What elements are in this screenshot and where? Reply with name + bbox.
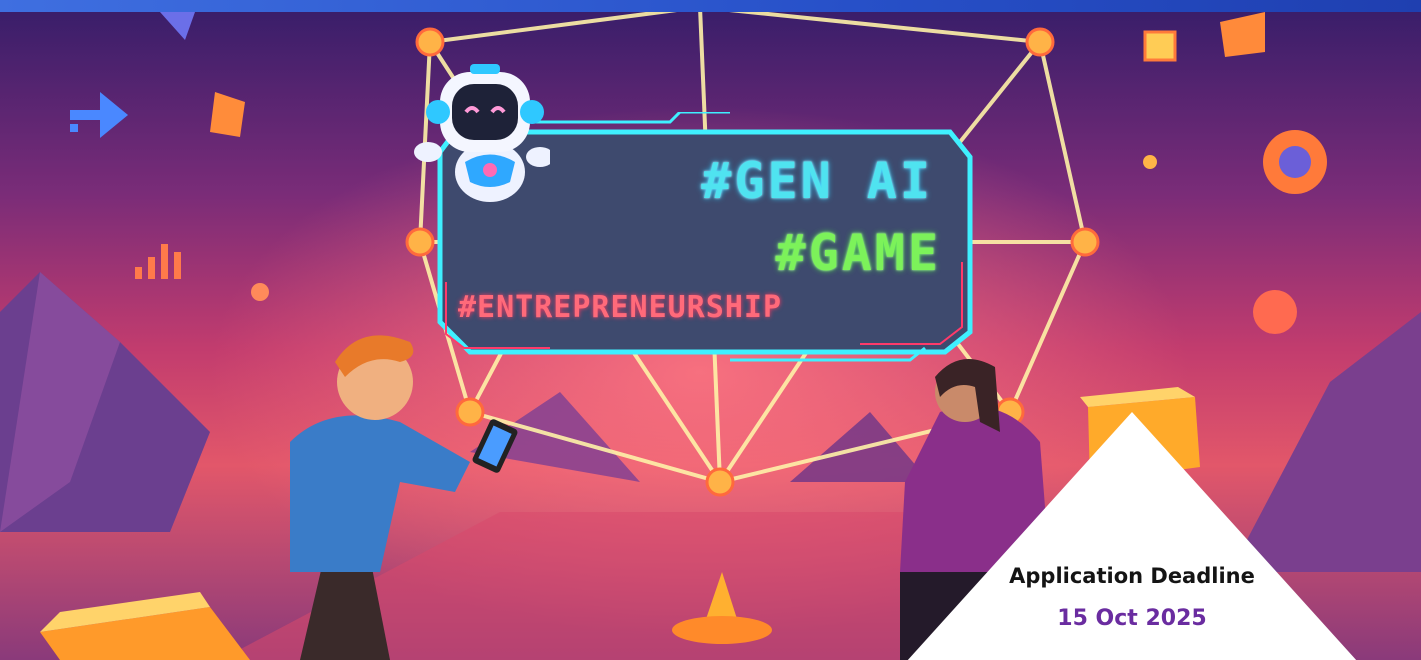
robot-icon [414, 64, 550, 202]
arrow-right-icon [70, 92, 128, 138]
deadline-title: Application Deadline [1009, 564, 1255, 588]
orb-right-lower [1253, 290, 1297, 334]
dot-right [1143, 155, 1157, 169]
hashtag-gen-ai: #GEN AI [701, 152, 933, 210]
deadline-badge: Application Deadline 15 Oct 2025 [897, 412, 1367, 660]
triangle-top-left [160, 12, 195, 40]
orb-right-core [1279, 146, 1311, 178]
chip-top-right [1143, 30, 1177, 62]
bar-chart-icon [135, 244, 181, 279]
hashtag-game: #GAME [775, 224, 941, 282]
center-pylon-base [672, 616, 772, 644]
dot-left [251, 283, 269, 301]
hashtag-entrepreneurship: #ENTREPRENEURSHIP [458, 290, 783, 325]
hero-illustration: #GEN AI #GAME #ENTREPRENEURSHIP Applicat… [0, 12, 1421, 660]
gem-left [210, 92, 245, 137]
top-accent-bar [0, 0, 1421, 12]
cube-top-right [1220, 12, 1265, 57]
deadline-date: 15 Oct 2025 [1057, 606, 1207, 631]
